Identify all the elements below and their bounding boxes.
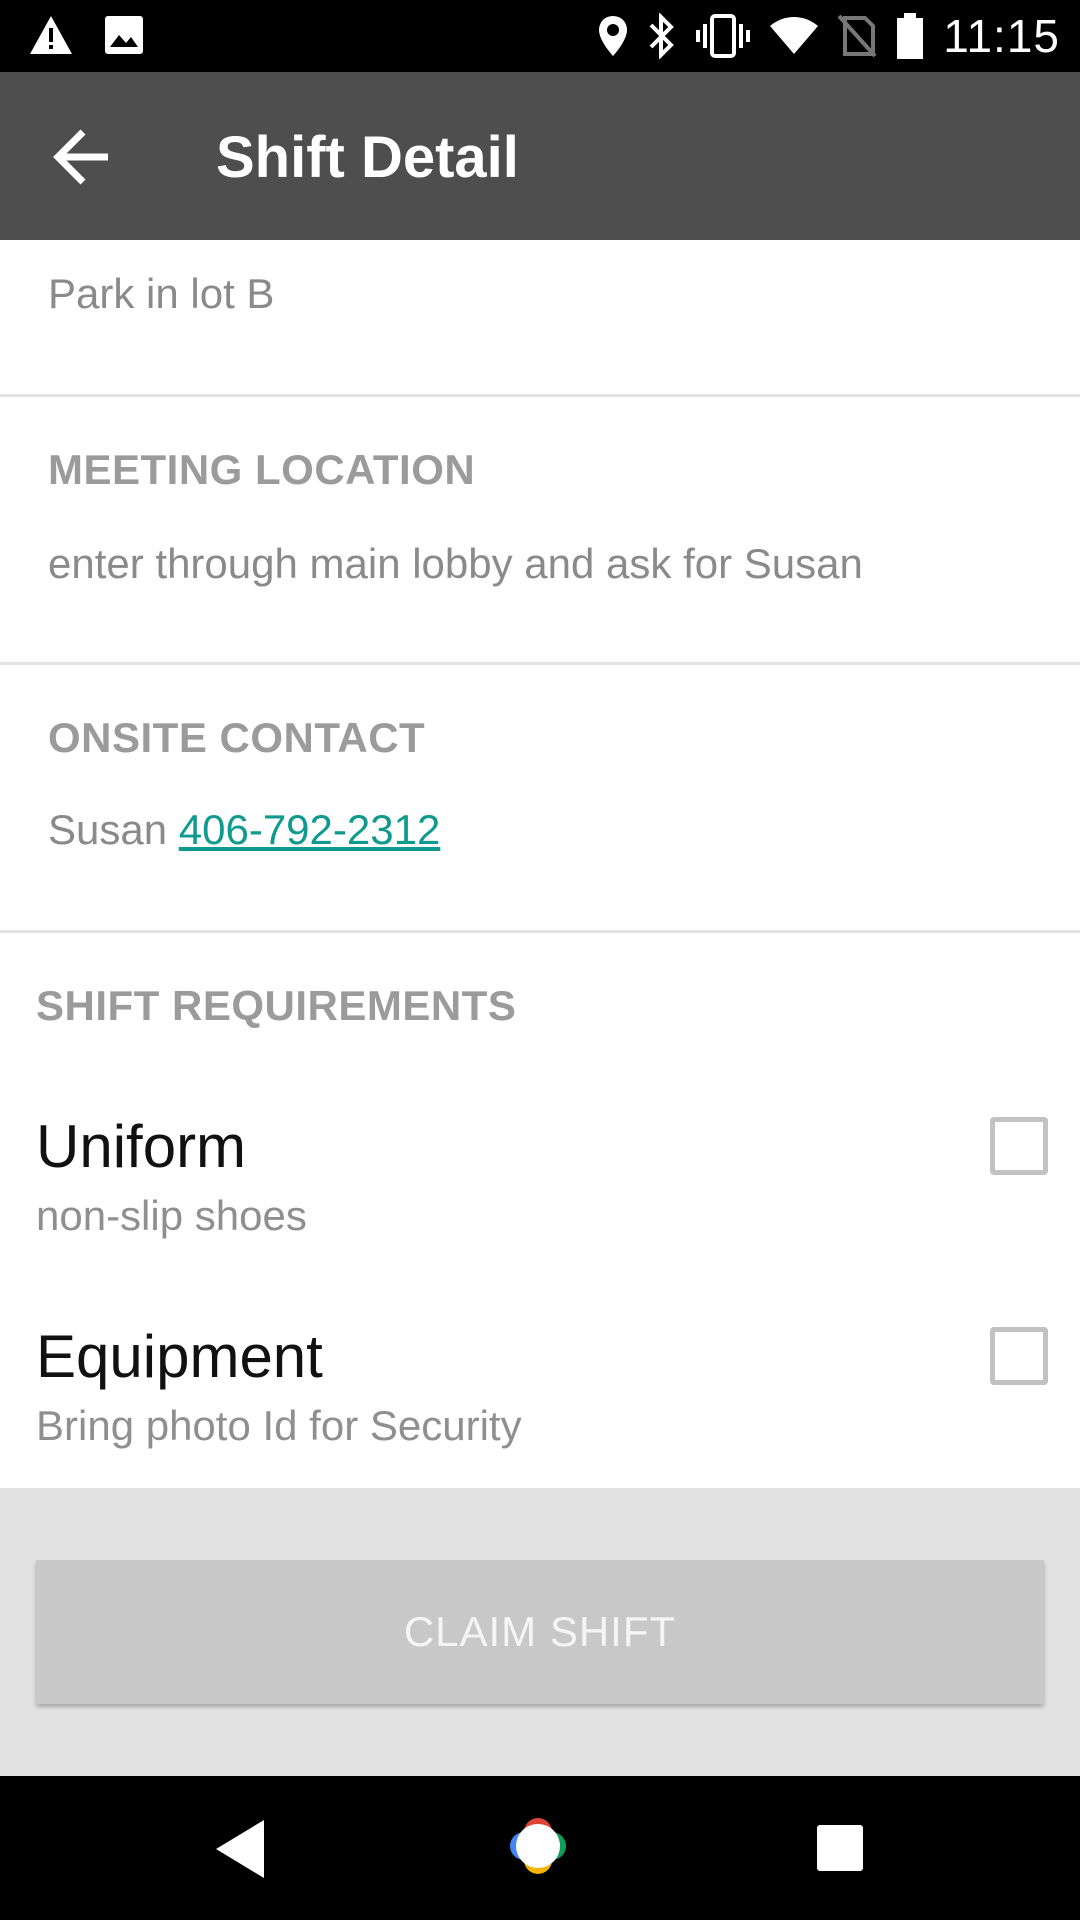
app-bar: Shift Detail — [0, 72, 1080, 240]
shift-requirements-label: SHIFT REQUIREMENTS — [36, 982, 517, 1029]
uniform-checkbox[interactable] — [990, 1117, 1048, 1175]
divider — [0, 394, 1080, 397]
image-icon — [105, 16, 143, 54]
shift-detail-content: Park in lot B MEETING LOCATION enter thr… — [0, 240, 1080, 1488]
wifi-icon — [770, 17, 819, 54]
page-title: Shift Detail — [216, 125, 519, 190]
requirement-title: Uniform — [36, 1113, 247, 1180]
parking-text: Park in lot B — [48, 270, 275, 317]
bluetooth-icon — [649, 13, 675, 59]
nav-home-icon[interactable] — [502, 1810, 574, 1882]
onsite-contact-label: ONSITE CONTACT — [48, 714, 426, 761]
claim-shift-button[interactable]: CLAIM SHIFT — [36, 1560, 1044, 1704]
nav-back-icon[interactable] — [212, 1818, 268, 1880]
vibrate-icon — [696, 14, 751, 58]
contact-name: Susan — [48, 806, 168, 853]
footer: CLAIM SHIFT — [0, 1488, 1080, 1776]
location-icon — [599, 16, 628, 56]
requirement-subtitle: non-slip shoes — [36, 1192, 307, 1239]
divider — [0, 662, 1080, 665]
status-time: 11:15 — [943, 10, 1060, 62]
status-bar-right: 11:15 — [597, 8, 1060, 64]
arrow-back-icon — [53, 129, 108, 185]
requirement-subtitle: Bring photo Id for Security — [36, 1402, 522, 1449]
requirement-title: Equipment — [36, 1323, 323, 1390]
onsite-contact-text: Susan 406-792-2312 — [48, 806, 440, 854]
equipment-checkbox[interactable] — [990, 1327, 1048, 1385]
meeting-location-label: MEETING LOCATION — [48, 446, 476, 493]
back-button[interactable] — [50, 122, 120, 192]
meeting-location-text: enter through main lobby and ask for Sus… — [48, 540, 863, 587]
nav-recents-icon[interactable] — [816, 1824, 864, 1872]
status-bar-left — [28, 14, 144, 56]
status-bar: 11:15 — [0, 0, 1080, 72]
divider — [0, 930, 1080, 933]
no-sim-icon — [837, 14, 877, 58]
battery-icon — [897, 13, 924, 59]
contact-phone-link[interactable]: 406-792-2312 — [179, 806, 441, 853]
warning-icon — [30, 16, 72, 54]
nav-bar — [0, 1776, 1080, 1920]
